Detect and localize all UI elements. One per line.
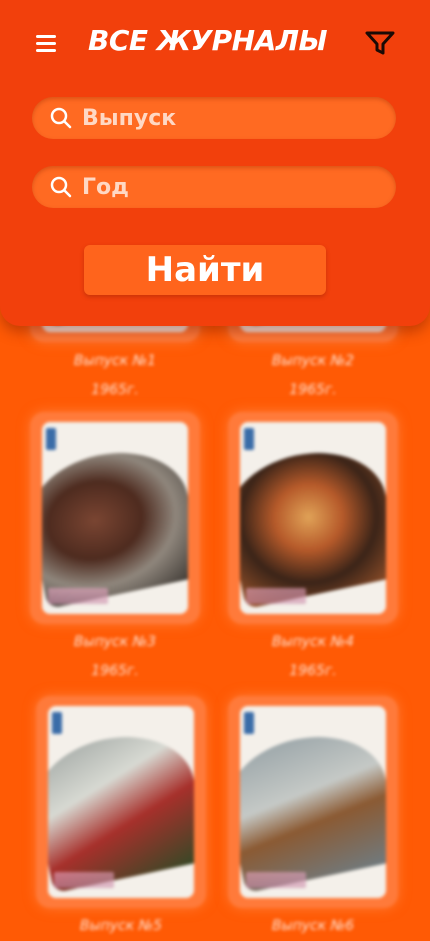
issue-search-field[interactable]: [32, 97, 396, 139]
year-search-input[interactable]: [82, 174, 372, 200]
year-label: 1965г.: [91, 382, 139, 398]
cover-frame: [228, 696, 398, 908]
magazine-cover: [240, 706, 386, 898]
hamburger-menu-icon[interactable]: [32, 30, 62, 56]
year-label: 1965г.: [289, 663, 337, 679]
year-search-field[interactable]: [32, 166, 396, 208]
search-icon: [50, 176, 72, 198]
issue-label: Выпуск №1: [73, 353, 157, 369]
find-button[interactable]: Найти: [84, 245, 326, 295]
search-icon: [50, 107, 72, 129]
magazine-caption: Выпуск №6: [228, 912, 398, 941]
magazine-caption: Выпуск №1 1965г.: [30, 347, 200, 405]
issue-label: Выпуск №2: [271, 353, 355, 369]
issue-label: Выпуск №6: [271, 918, 355, 934]
magazine-cover: [240, 422, 386, 614]
cover-frame: [36, 696, 206, 908]
page-title: ВСЕ ЖУРНАЛЫ: [88, 24, 328, 57]
cover-frame: [30, 412, 200, 624]
issue-search-input[interactable]: [82, 105, 372, 131]
year-label: 1965г.: [91, 663, 139, 679]
search-header-panel: ВСЕ ЖУРНАЛЫ Найти: [0, 0, 430, 326]
magazine-caption: Выпуск №2 1965г.: [228, 347, 398, 405]
issue-label: Выпуск №5: [79, 918, 163, 934]
year-label: 1965г.: [289, 382, 337, 398]
magazine-cover: [48, 706, 194, 898]
magazine-cover: [42, 422, 188, 614]
magazine-caption: Выпуск №5: [36, 912, 206, 941]
cover-frame: [228, 412, 398, 624]
magazine-caption: Выпуск №4 1965г.: [228, 628, 398, 686]
magazine-caption: Выпуск №3 1965г.: [30, 628, 200, 686]
issue-label: Выпуск №3: [73, 634, 157, 650]
filter-funnel-icon[interactable]: [363, 28, 397, 58]
issue-label: Выпуск №4: [271, 634, 355, 650]
